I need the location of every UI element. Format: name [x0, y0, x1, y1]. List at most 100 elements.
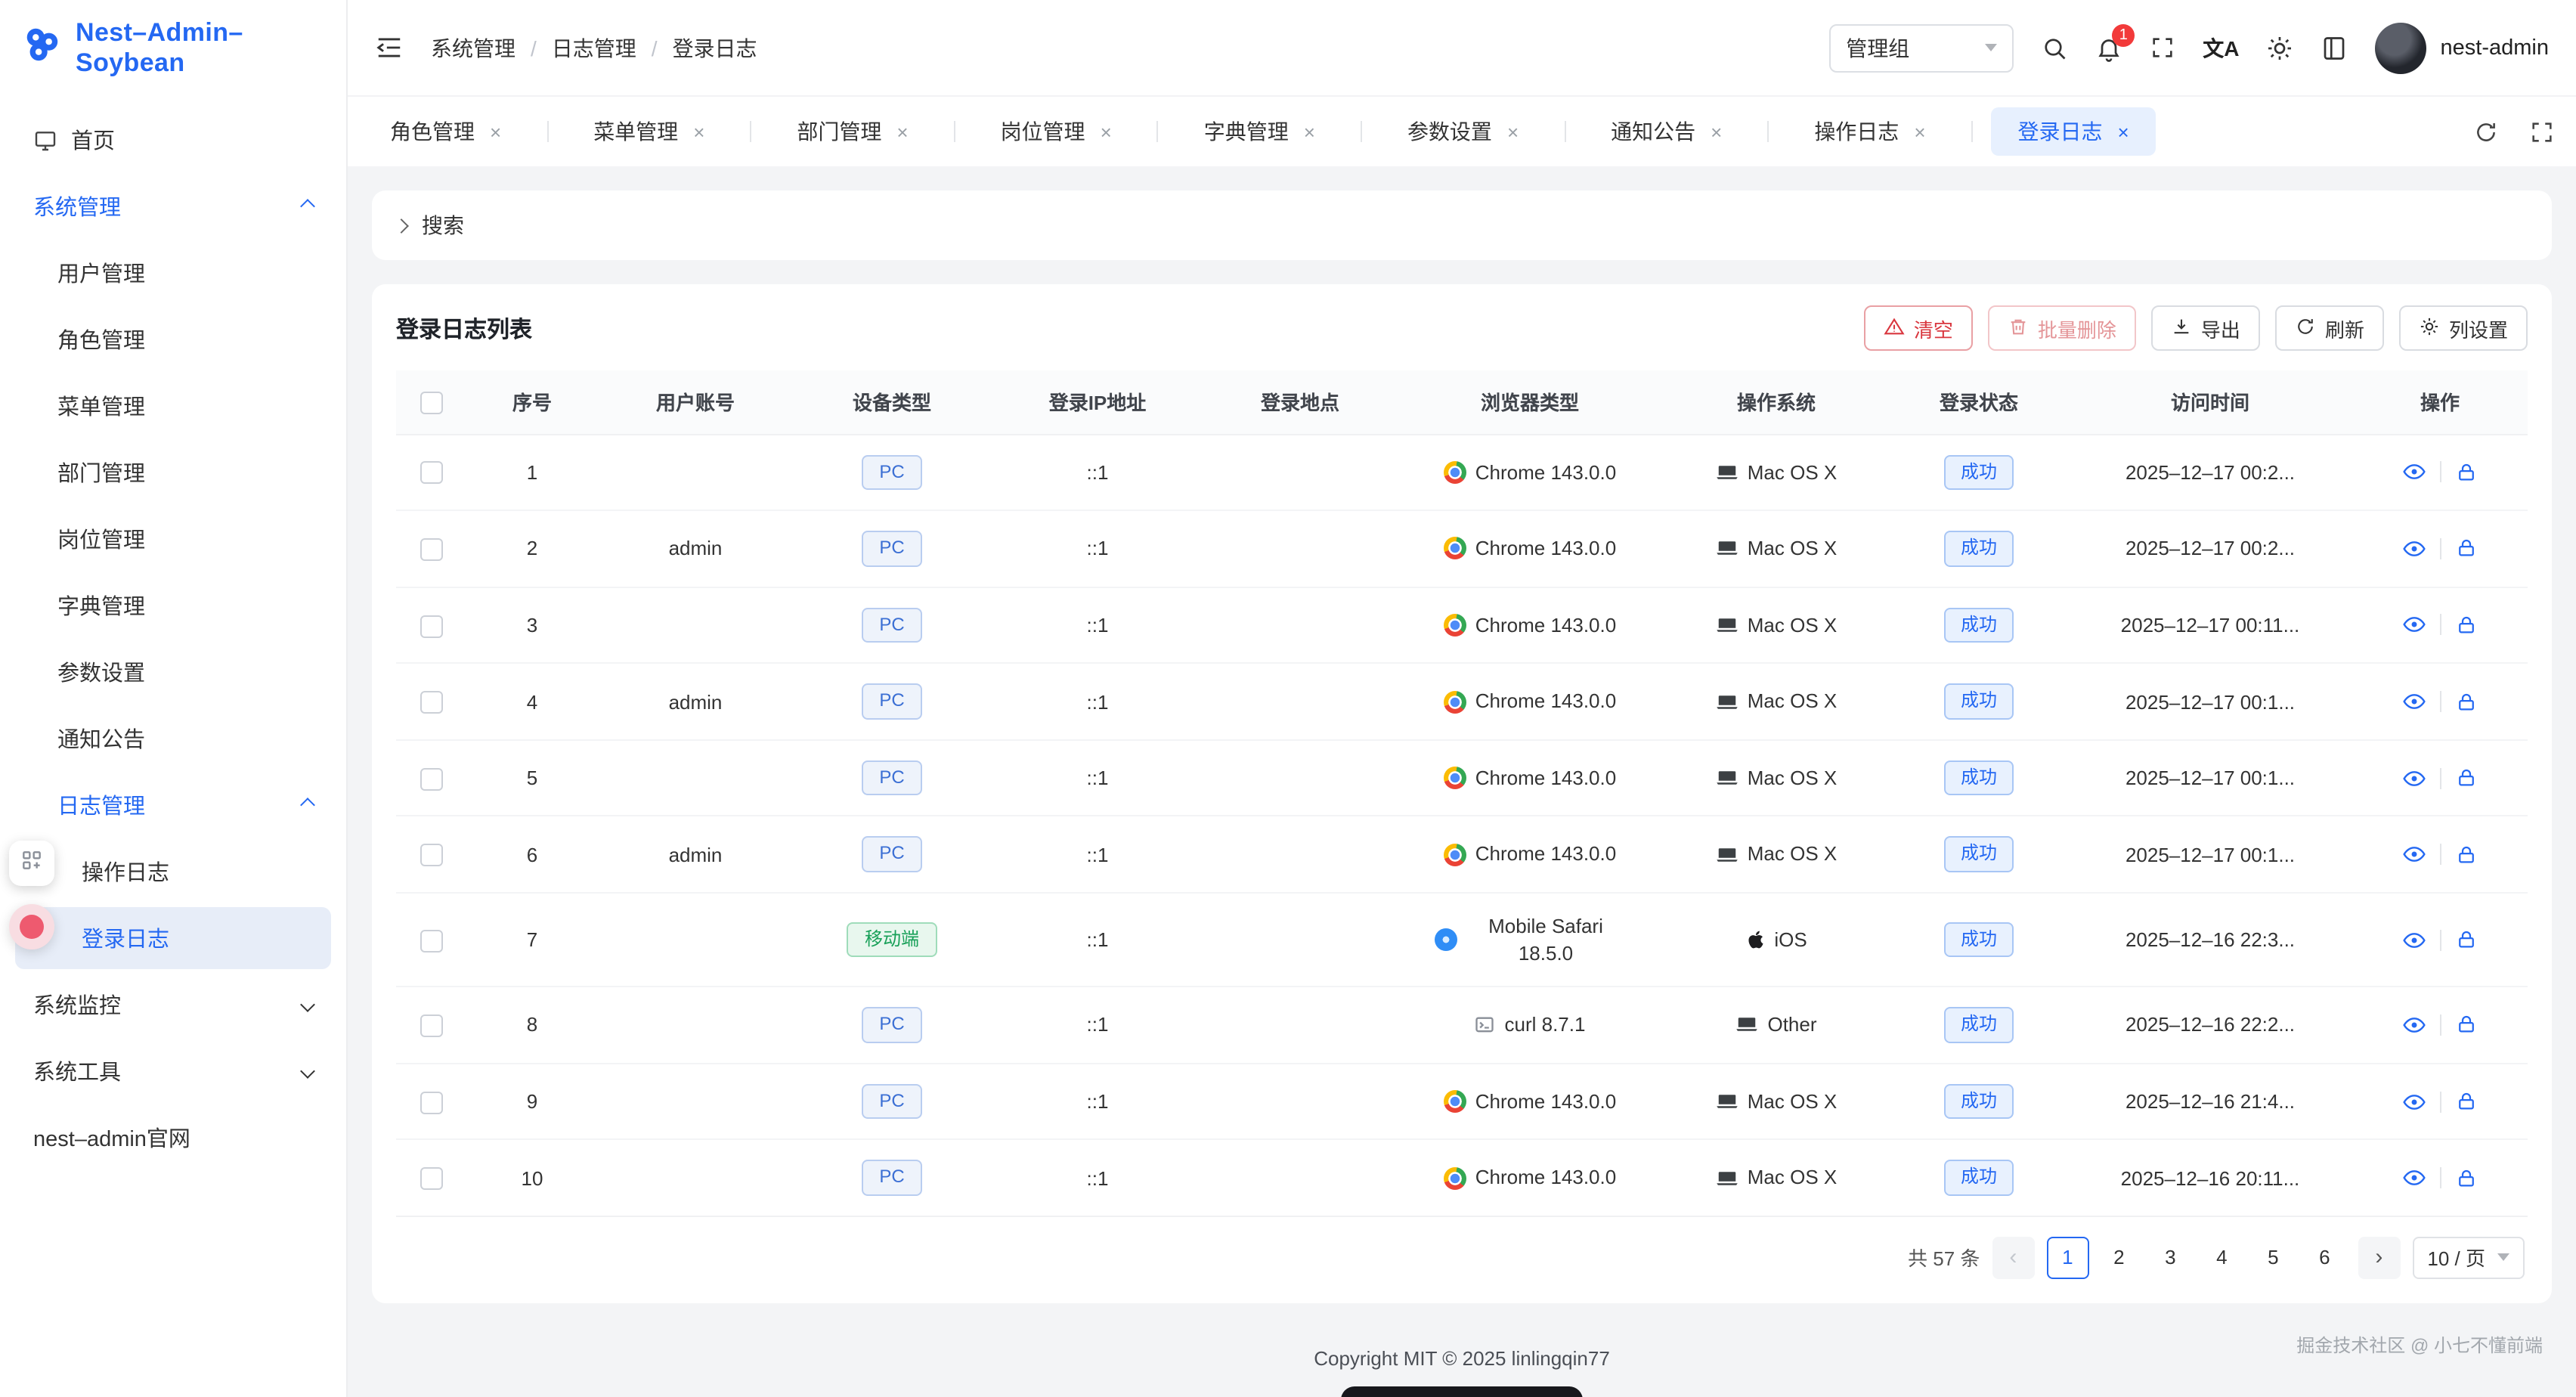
- tab-role-management[interactable]: 角色管理×: [363, 107, 528, 156]
- view-detail-icon[interactable]: [2402, 460, 2426, 485]
- sidebar-item-home[interactable]: 首页: [15, 109, 331, 171]
- close-icon[interactable]: ×: [1914, 122, 1925, 141]
- view-detail-icon[interactable]: [2402, 537, 2426, 561]
- export-button[interactable]: 导出: [2151, 305, 2260, 351]
- sidebar-item-user-management[interactable]: 用户管理: [15, 242, 331, 304]
- page-button-6[interactable]: 6: [2303, 1237, 2345, 1279]
- page-button-1[interactable]: 1: [2046, 1237, 2088, 1279]
- sidebar-item-official-site[interactable]: nest–admin官网: [15, 1107, 331, 1169]
- mascot-float-button[interactable]: [9, 904, 54, 949]
- tab-dict-management[interactable]: 字典管理×: [1177, 107, 1342, 156]
- column-settings-button[interactable]: 列设置: [2399, 305, 2528, 351]
- lock-icon[interactable]: [2455, 614, 2478, 637]
- row-checkbox[interactable]: [420, 1091, 442, 1114]
- row-checkbox[interactable]: [420, 844, 442, 867]
- close-icon[interactable]: ×: [1507, 122, 1519, 141]
- sidebar-item-post-management[interactable]: 岗位管理: [15, 508, 331, 570]
- fullscreen-icon[interactable]: [2150, 35, 2175, 60]
- notifications-icon[interactable]: 1: [2095, 34, 2122, 61]
- tab-post-management[interactable]: 岗位管理×: [974, 107, 1139, 156]
- view-detail-icon[interactable]: [2402, 1089, 2426, 1114]
- content-fullscreen-icon[interactable]: [2529, 119, 2555, 144]
- view-detail-icon[interactable]: [2402, 613, 2426, 637]
- sidebar-item-dept-management[interactable]: 部门管理: [15, 441, 331, 503]
- sidebar-item-dict-management[interactable]: 字典管理: [15, 575, 331, 637]
- close-icon[interactable]: ×: [490, 122, 501, 141]
- refresh-page-icon[interactable]: [2473, 119, 2499, 144]
- language-icon[interactable]: 文A: [2203, 33, 2239, 63]
- sidebar-item-system-management[interactable]: 系统管理: [15, 175, 331, 237]
- close-icon[interactable]: ×: [2118, 122, 2129, 141]
- lock-icon[interactable]: [2455, 767, 2478, 789]
- app-logo[interactable]: Nest–Admin–Soybean: [0, 0, 346, 97]
- breadcrumb-item[interactable]: 系统管理: [431, 33, 516, 63]
- view-detail-icon[interactable]: [2402, 689, 2426, 714]
- close-icon[interactable]: ×: [1101, 122, 1112, 141]
- view-detail-icon[interactable]: [2402, 1013, 2426, 1037]
- close-icon[interactable]: ×: [693, 122, 704, 141]
- lock-icon[interactable]: [2455, 537, 2478, 560]
- tab-notice[interactable]: 通知公告×: [1584, 107, 1749, 156]
- row-checkbox[interactable]: [420, 767, 442, 790]
- row-checkbox[interactable]: [420, 929, 442, 952]
- tab-menu-management[interactable]: 菜单管理×: [566, 107, 732, 156]
- view-detail-icon[interactable]: [2402, 843, 2426, 867]
- close-icon[interactable]: ×: [896, 122, 908, 141]
- next-page-button[interactable]: ›: [2358, 1237, 2400, 1279]
- search-panel[interactable]: 搜索: [372, 190, 2552, 260]
- lock-icon[interactable]: [2455, 690, 2478, 713]
- sidebar-item-notice[interactable]: 通知公告: [15, 708, 331, 770]
- close-icon[interactable]: ×: [1304, 122, 1315, 141]
- row-checkbox[interactable]: [420, 1167, 442, 1190]
- page-button-2[interactable]: 2: [2098, 1237, 2140, 1279]
- collapse-sidebar-icon[interactable]: [375, 33, 404, 62]
- theme-skin-icon[interactable]: [2321, 34, 2348, 61]
- page-size-select[interactable]: 10 / 页: [2412, 1237, 2525, 1279]
- sidebar-item-login-log[interactable]: 登录日志: [15, 907, 331, 969]
- breadcrumb-item[interactable]: 日志管理: [552, 33, 636, 63]
- view-detail-icon[interactable]: [2402, 766, 2426, 790]
- page-button-3[interactable]: 3: [2149, 1237, 2191, 1279]
- view-detail-icon[interactable]: [2402, 928, 2426, 952]
- clear-button[interactable]: 清空: [1864, 305, 1973, 351]
- page-button-4[interactable]: 4: [2200, 1237, 2243, 1279]
- lock-icon[interactable]: [2455, 1166, 2478, 1189]
- cell-time: 2025–12–16 21:4...: [2068, 1064, 2352, 1140]
- tab-param-settings[interactable]: 参数设置×: [1380, 107, 1546, 156]
- sidebar-item-system-monitor[interactable]: 系统监控: [15, 974, 331, 1036]
- prev-page-button[interactable]: ‹: [1992, 1237, 2034, 1279]
- lock-icon[interactable]: [2455, 1014, 2478, 1036]
- select-all-checkbox[interactable]: [420, 392, 442, 414]
- lock-icon[interactable]: [2455, 461, 2478, 484]
- lock-icon[interactable]: [2455, 928, 2478, 951]
- search-icon[interactable]: [2041, 34, 2068, 61]
- sidebar-item-log-management[interactable]: 日志管理: [15, 774, 331, 836]
- lock-icon[interactable]: [2455, 1090, 2478, 1113]
- row-checkbox[interactable]: [420, 538, 442, 561]
- user-menu[interactable]: nest-admin: [2376, 22, 2549, 73]
- row-checkbox[interactable]: [420, 462, 442, 485]
- row-checkbox[interactable]: [420, 691, 442, 714]
- sidebar-item-param-settings[interactable]: 参数设置: [15, 641, 331, 703]
- column-header: 操作系统: [1663, 370, 1890, 434]
- view-detail-icon[interactable]: [2402, 1166, 2426, 1190]
- row-checkbox[interactable]: [420, 615, 442, 637]
- batch-delete-button[interactable]: 批量删除: [1988, 305, 2136, 351]
- close-icon[interactable]: ×: [1711, 122, 1722, 141]
- refresh-button[interactable]: 刷新: [2275, 305, 2384, 351]
- breadcrumb-item[interactable]: 登录日志: [673, 33, 757, 63]
- widget-grid-button[interactable]: [9, 841, 54, 886]
- tab-dept-management[interactable]: 部门管理×: [769, 107, 935, 156]
- tab-operation-log[interactable]: 操作日志×: [1787, 107, 1952, 156]
- sidebar-item-menu-management[interactable]: 菜单管理: [15, 375, 331, 437]
- row-checkbox[interactable]: [420, 1014, 442, 1037]
- lock-icon[interactable]: [2455, 844, 2478, 866]
- sidebar-item-operation-log[interactable]: 操作日志: [15, 841, 331, 903]
- page-button-5[interactable]: 5: [2252, 1237, 2294, 1279]
- cell-time: 2025–12–17 00:11...: [2068, 587, 2352, 663]
- sidebar-item-system-tools[interactable]: 系统工具: [15, 1040, 331, 1102]
- theme-light-icon[interactable]: [2267, 34, 2294, 61]
- group-select[interactable]: 管理组: [1829, 23, 2014, 72]
- tab-login-log[interactable]: 登录日志×: [1991, 107, 2156, 156]
- sidebar-item-role-management[interactable]: 角色管理: [15, 308, 331, 370]
